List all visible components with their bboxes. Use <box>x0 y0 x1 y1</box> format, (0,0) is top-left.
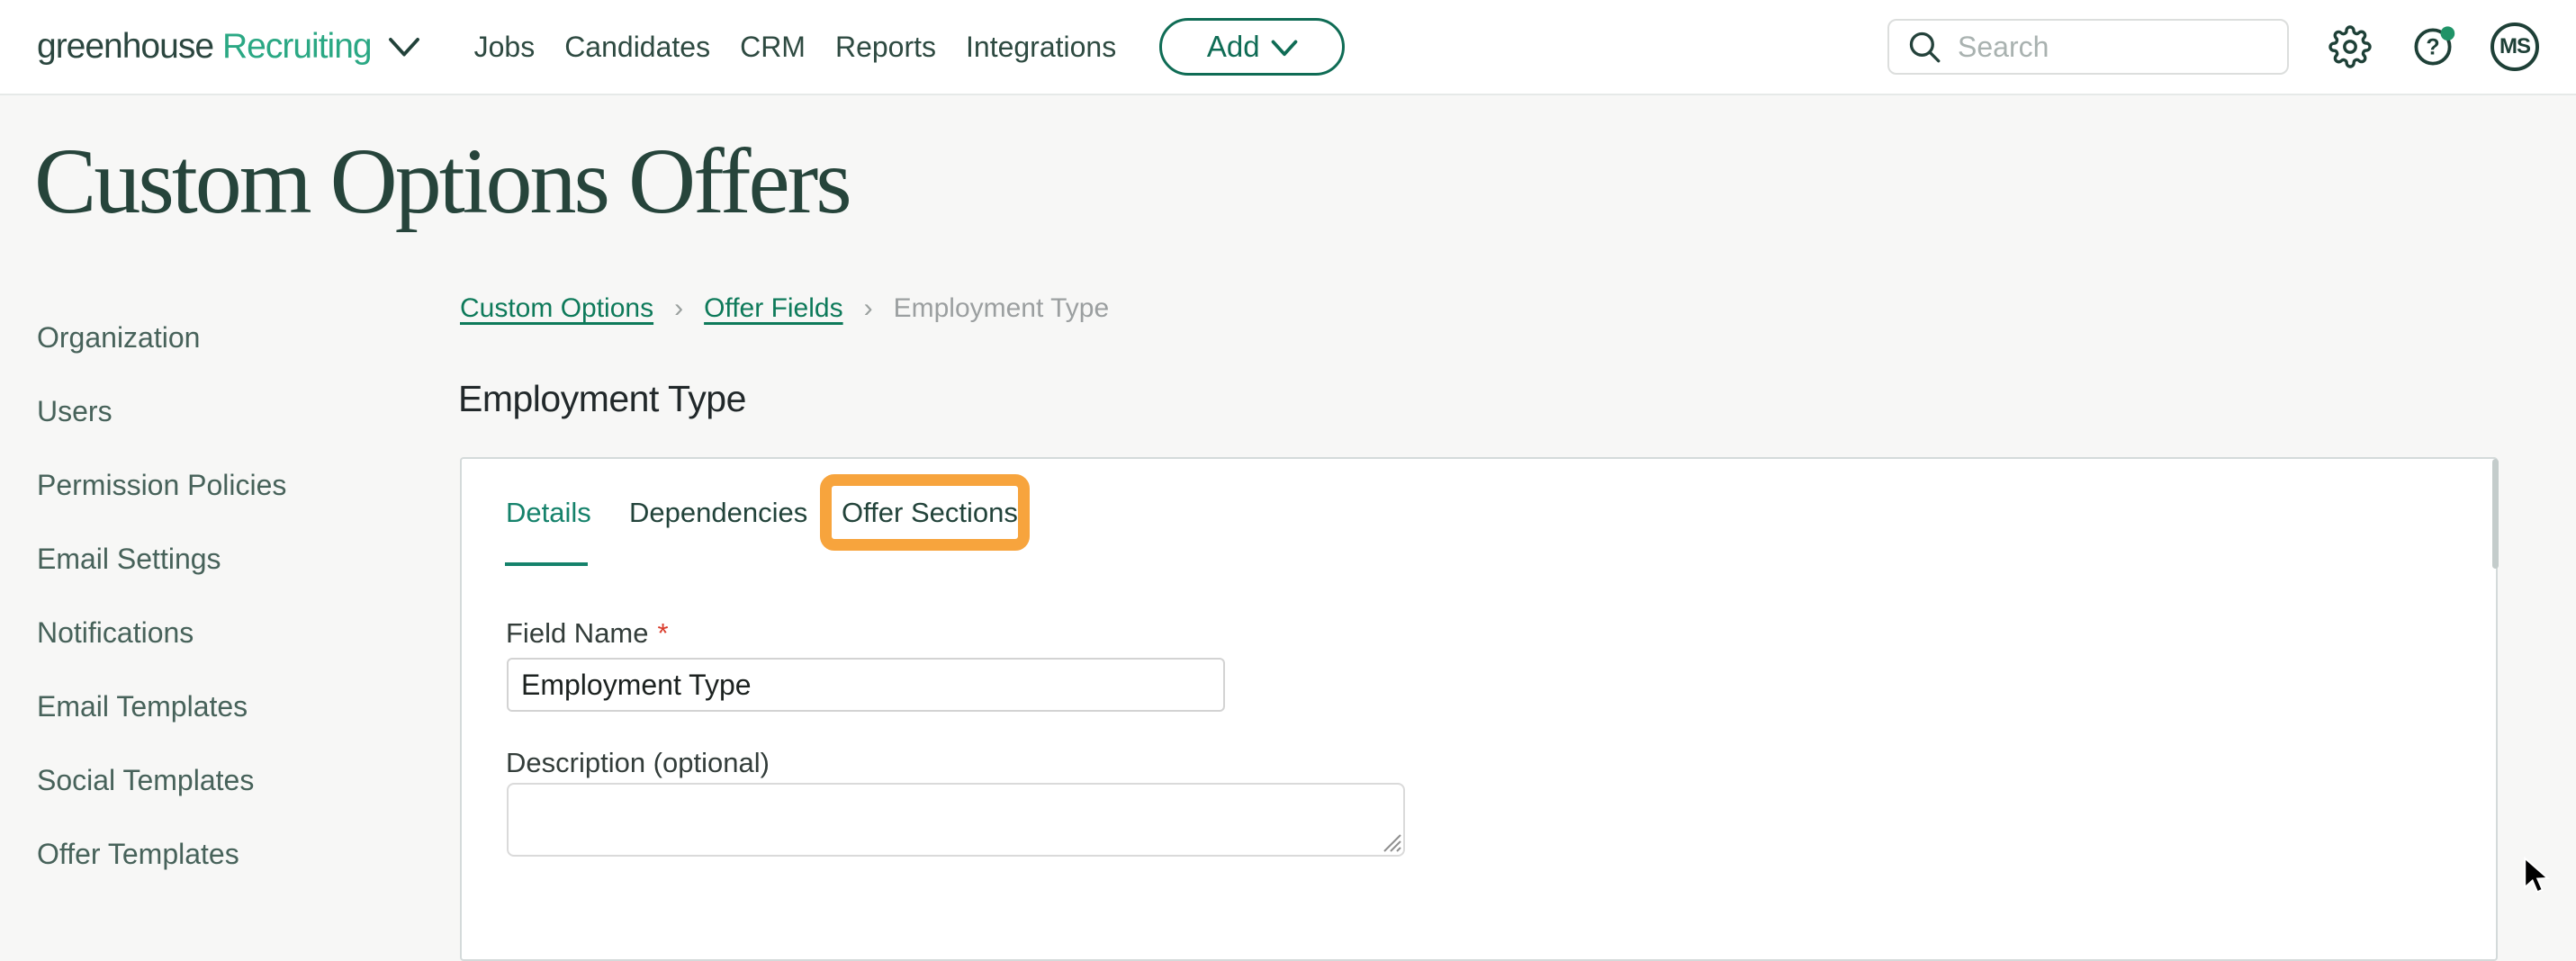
breadcrumb-offer-fields[interactable]: Offer Fields <box>704 293 843 324</box>
nav-item-jobs[interactable]: Jobs <box>474 31 536 64</box>
chevron-down-icon <box>388 37 420 63</box>
nav-item-crm[interactable]: CRM <box>740 31 806 64</box>
sidebar-item-users[interactable]: Users <box>37 374 415 448</box>
nav-right-cluster: ? MS <box>1887 19 2576 75</box>
breadcrumb-custom-options[interactable]: Custom Options <box>460 293 653 324</box>
sidebar-item-email-settings[interactable]: Email Settings <box>37 522 415 596</box>
breadcrumb-separator-icon: › <box>674 293 683 324</box>
logo-product-text: Recruiting <box>222 27 372 67</box>
active-tab-underline <box>505 562 588 566</box>
primary-nav-menu: Jobs Candidates CRM Reports Integrations <box>474 31 1117 64</box>
settings-gear-icon[interactable] <box>2328 25 2372 68</box>
add-button-label: Add <box>1207 30 1260 64</box>
field-name-input[interactable] <box>507 658 1225 712</box>
sidebar-item-notifications[interactable]: Notifications <box>37 596 415 669</box>
breadcrumb: Custom Options › Offer Fields › Employme… <box>460 293 1109 324</box>
field-name-label: Field Name * <box>506 617 669 650</box>
breadcrumb-current-page: Employment Type <box>894 293 1110 324</box>
nav-item-candidates[interactable]: Candidates <box>564 31 710 64</box>
top-navigation-bar: greenhouse Recruiting Jobs Candidates CR… <box>0 0 2576 95</box>
search-input[interactable] <box>1958 31 2271 64</box>
sidebar-item-social-templates[interactable]: Social Templates <box>37 743 415 817</box>
tab-dependencies[interactable]: Dependencies <box>629 497 807 529</box>
sidebar-item-permission-policies[interactable]: Permission Policies <box>37 448 415 522</box>
global-search[interactable] <box>1887 19 2289 75</box>
chevron-down-icon <box>1271 40 1298 58</box>
add-button[interactable]: Add <box>1159 18 1345 76</box>
logo-brand-text: greenhouse <box>37 27 213 67</box>
field-heading: Employment Type <box>458 378 746 420</box>
card-scrollbar-thumb[interactable] <box>2492 459 2499 569</box>
tab-details[interactable]: Details <box>506 497 591 529</box>
field-name-label-text: Field Name <box>506 617 649 649</box>
mouse-cursor-icon <box>2520 857 2558 899</box>
description-textarea[interactable] <box>507 783 1405 857</box>
description-label: Description (optional) <box>506 747 770 779</box>
help-icon[interactable]: ? <box>2411 23 2458 70</box>
settings-sidebar: Organization Users Permission Policies E… <box>37 301 415 891</box>
nav-item-reports[interactable]: Reports <box>835 31 936 64</box>
svg-text:?: ? <box>2426 34 2439 59</box>
search-icon <box>1905 28 1943 66</box>
sidebar-item-organization[interactable]: Organization <box>37 301 415 374</box>
user-avatar[interactable]: MS <box>2490 22 2539 71</box>
avatar-initials: MS <box>2499 34 2530 59</box>
sidebar-item-offer-templates[interactable]: Offer Templates <box>37 817 415 891</box>
nav-item-integrations[interactable]: Integrations <box>966 31 1116 64</box>
required-asterisk: * <box>658 617 669 649</box>
app-switcher-logo[interactable]: greenhouse Recruiting <box>37 27 420 67</box>
tab-offer-sections[interactable]: Offer Sections <box>842 497 1018 529</box>
breadcrumb-separator-icon: › <box>864 293 873 324</box>
page-title: Custom Options Offers <box>34 128 850 236</box>
sidebar-item-email-templates[interactable]: Email Templates <box>37 669 415 743</box>
